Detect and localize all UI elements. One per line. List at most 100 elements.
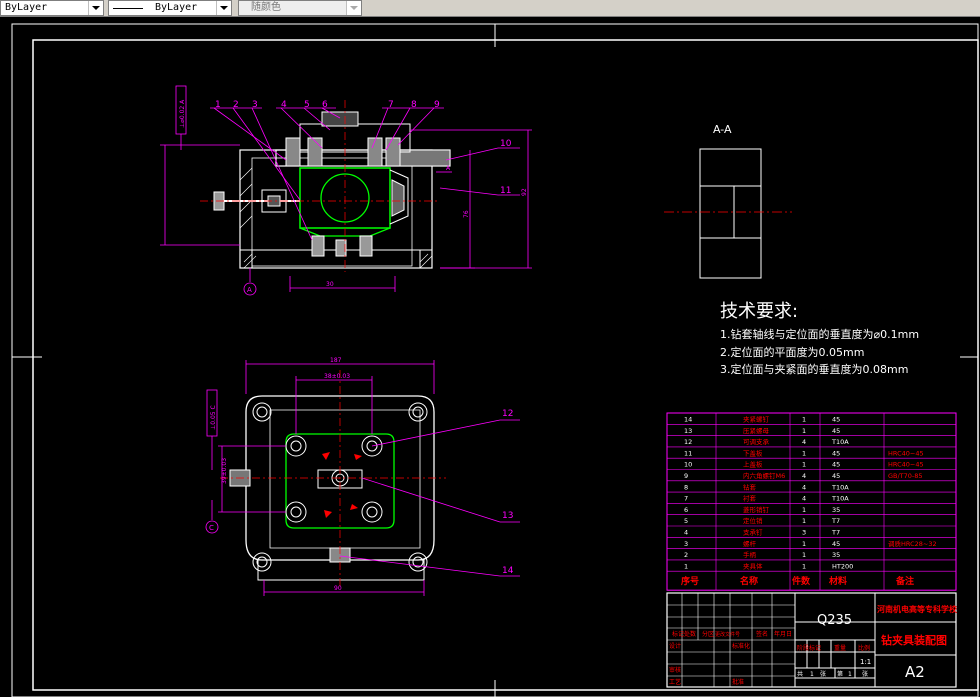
- bom-cell-qty: 3: [802, 529, 806, 537]
- bom-cell-qty: 1: [802, 506, 806, 514]
- bom-cell-mat: 45: [832, 427, 840, 435]
- datum-a-label: A: [247, 286, 252, 294]
- tb-page-num: 1: [848, 671, 852, 678]
- bom-cell-no: 5: [684, 517, 688, 525]
- bom-cell-name: 衬套: [743, 494, 757, 503]
- tb-date: 年月日: [774, 630, 792, 638]
- tech-req-2: 2.定位面的平面度为0.05mm: [720, 345, 864, 359]
- linetype-combo[interactable]: ByLayer: [0, 0, 104, 16]
- bom-cell-name: 夹具体: [743, 561, 763, 570]
- callout-1: 1: [215, 100, 221, 110]
- tb-ratio: 比例: [858, 644, 870, 652]
- bom-cell-mat: T10A: [831, 438, 849, 446]
- linetype-value: ByLayer: [5, 2, 48, 13]
- bom-cell-qty: 4: [802, 483, 806, 491]
- tb-check: 审核: [669, 666, 681, 674]
- bom-cell-note: HRC40~45: [888, 461, 924, 469]
- bom-cell-mat: 45: [832, 449, 840, 457]
- bom-cell-mat: 45: [832, 416, 840, 424]
- bom-cell-no: 14: [684, 416, 692, 424]
- drawing-canvas[interactable]: 1 2 3 4 5 6 7 8 9 10 11 30 76 92 ⊥⌀0.02 …: [0, 17, 980, 697]
- bom-cell-mat: 45: [832, 472, 840, 480]
- dim-90: 90: [334, 585, 342, 592]
- bom-cell-name: 手柄: [743, 550, 757, 559]
- bom-cell-no: 2: [684, 551, 688, 559]
- bom-cell-name: 钻套: [743, 482, 757, 491]
- plotstyle-combo[interactable]: 随颜色: [238, 0, 362, 16]
- bom-cell-note: 调质HRC28~32: [888, 539, 937, 548]
- callout-10: 10: [500, 139, 512, 149]
- bom-cell-qty: 1: [802, 427, 806, 435]
- outer-frame: [11, 23, 979, 697]
- front-view: 1 2 3 4 5 6 7 8 9 10 11 30 76 92 ⊥⌀0.02 …: [160, 85, 532, 296]
- dim-187: 187: [330, 357, 342, 364]
- callout-8: 8: [411, 100, 417, 110]
- lineweight-value: ByLayer: [155, 2, 198, 13]
- bom-cell-mat: T10A: [831, 495, 849, 503]
- bom-cell-no: 10: [684, 461, 692, 469]
- bom-header-no: 序号: [681, 575, 699, 587]
- bom-cell-no: 7: [684, 495, 688, 503]
- bom-cell-name: 螺杆: [743, 539, 757, 548]
- bom-cell-mat: T7: [831, 529, 840, 537]
- bom-header-note: 备注: [895, 575, 914, 587]
- bom-cell-qty: 1: [802, 517, 806, 525]
- bom-cell-qty: 1: [802, 540, 806, 548]
- tech-req-1: 1.钻套轴线与定位面的垂直度为⌀0.1mm: [720, 327, 919, 341]
- callout-2: 2: [233, 100, 239, 110]
- chevron-down-icon[interactable]: [216, 1, 231, 15]
- bom-cell-name: 上盖板: [743, 460, 763, 469]
- tb-stage: 阶段标记: [797, 644, 821, 652]
- tb-total: 共: [797, 670, 803, 678]
- bom-cell-qty: 1: [802, 461, 806, 469]
- bom-cell-no: 11: [684, 449, 692, 457]
- top-view: 187 38±0.03 90 39±0.03 ⊥0.05 C C 12 13 1…: [205, 357, 520, 596]
- dim-39: 39±0.03: [221, 458, 228, 484]
- tb-design: 设计: [669, 642, 681, 650]
- bom-cell-name: 支承钉: [743, 528, 763, 537]
- plotstyle-value: 随颜色: [251, 2, 281, 13]
- tb-sign: 签名: [756, 630, 768, 638]
- tb-count: 处数: [684, 630, 696, 638]
- bom-cell-name: 夹紧螺钉: [743, 415, 770, 424]
- bom-header-name: 名称: [740, 575, 758, 587]
- bom-cell-no: 6: [684, 506, 688, 514]
- callout-11: 11: [500, 186, 511, 196]
- bom-cell-mat: 35: [832, 506, 840, 514]
- tb-std: 标准化: [732, 642, 750, 650]
- bom-cell-name: 可调支承: [743, 437, 770, 446]
- technical-requirements: 技术要求: 1.钻套轴线与定位面的垂直度为⌀0.1mm 2.定位面的平面度为0.…: [720, 301, 919, 376]
- bom-cell-no: 9: [684, 472, 688, 480]
- tb-page: 第: [837, 670, 843, 678]
- tb-scale: 1:1: [860, 658, 871, 666]
- bom-cell-qty: 4: [802, 472, 806, 480]
- tb-approve: 批准: [732, 678, 744, 686]
- bom-table: 14 夹紧螺钉 1 4513 压紧螺母 1 4512 可调支承 4 T10A11 下盖板 1 45 HRC…: [666, 412, 957, 591]
- tb-drawing-title: 钻夹具装配图: [881, 633, 947, 647]
- bom-cell-qty: 1: [802, 551, 806, 559]
- section-a-a: A-A: [664, 123, 792, 279]
- tb-page-sheet: 张: [862, 670, 868, 678]
- tb-weight: 重量: [834, 644, 846, 652]
- callout-9: 9: [434, 100, 440, 110]
- bom-cell-no: 8: [684, 483, 688, 491]
- title-block: 标记 处数 分区 更改文件号 签名 年月日 设计 标准化 审核 工艺 批准 Q2…: [666, 592, 958, 688]
- toolbar: ByLayer ByLayer 随颜色: [0, 0, 980, 17]
- callout-3: 3: [252, 100, 258, 110]
- bom-cell-qty: 4: [802, 495, 806, 503]
- bom-cell-qty: 1: [802, 562, 806, 570]
- chevron-down-icon[interactable]: [346, 1, 361, 15]
- dim-76: 76: [463, 210, 470, 218]
- bom-cell-name: 下盖板: [743, 448, 763, 457]
- tech-req-3: 3.定位面与夹紧面的垂直度为0.08mm: [720, 362, 908, 376]
- chevron-down-icon[interactable]: [88, 1, 103, 15]
- dim-38: 38±0.03: [324, 373, 350, 380]
- bom-header-qty: 件数: [792, 575, 811, 587]
- lineweight-combo[interactable]: ByLayer: [108, 0, 232, 16]
- datum-note-c: ⊥0.05 C: [210, 405, 217, 430]
- bom-cell-name: 内六角螺钉M6: [743, 471, 785, 480]
- tb-change-doc: 更改文件号: [715, 631, 740, 638]
- callout-4: 4: [281, 100, 287, 110]
- tb-total-num: 1: [810, 671, 814, 678]
- tb-zone: 分区: [702, 630, 714, 638]
